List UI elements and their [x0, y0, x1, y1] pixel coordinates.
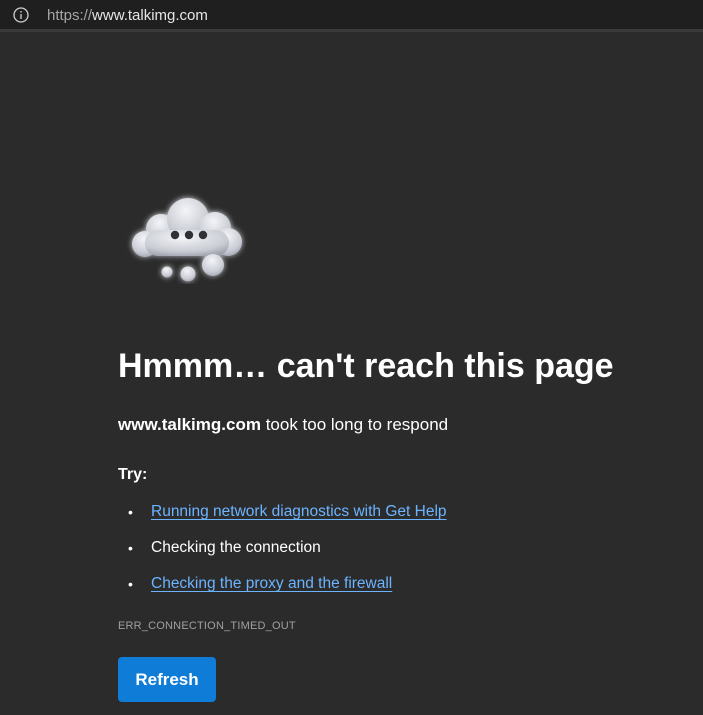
error-host: www.talkimg.com: [118, 415, 261, 434]
address-url[interactable]: https://www.talkimg.com: [47, 7, 208, 25]
bullet-icon: •: [128, 504, 133, 520]
suggestions-list: • Running network diagnostics with Get H…: [128, 500, 447, 608]
bullet-icon: •: [128, 576, 133, 592]
network-diagnostics-link[interactable]: Running network diagnostics with Get Hel…: [151, 503, 447, 520]
url-host: www.talkimg.com: [92, 7, 208, 24]
error-headline: Hmmm… can't reach this page: [118, 347, 614, 385]
info-icon[interactable]: [13, 7, 29, 23]
error-message: www.talkimg.com took too long to respond: [118, 413, 448, 437]
suggestion-item: • Checking the connection: [128, 536, 447, 572]
proxy-firewall-link[interactable]: Checking the proxy and the firewall: [151, 575, 392, 592]
url-scheme: https://: [47, 7, 93, 24]
error-code: ERR_CONNECTION_TIMED_OUT: [118, 620, 296, 632]
address-bar[interactable]: https://www.talkimg.com: [0, 0, 703, 32]
suggestion-item: • Running network diagnostics with Get H…: [128, 500, 447, 536]
check-connection-text: Checking the connection: [151, 539, 321, 556]
refresh-button[interactable]: Refresh: [118, 657, 216, 702]
bullet-icon: •: [128, 540, 133, 556]
suggestion-item: • Checking the proxy and the firewall: [128, 572, 447, 608]
thinking-cloud-icon: [132, 198, 242, 282]
try-label: Try:: [118, 466, 148, 483]
error-message-text: took too long to respond: [260, 415, 449, 434]
